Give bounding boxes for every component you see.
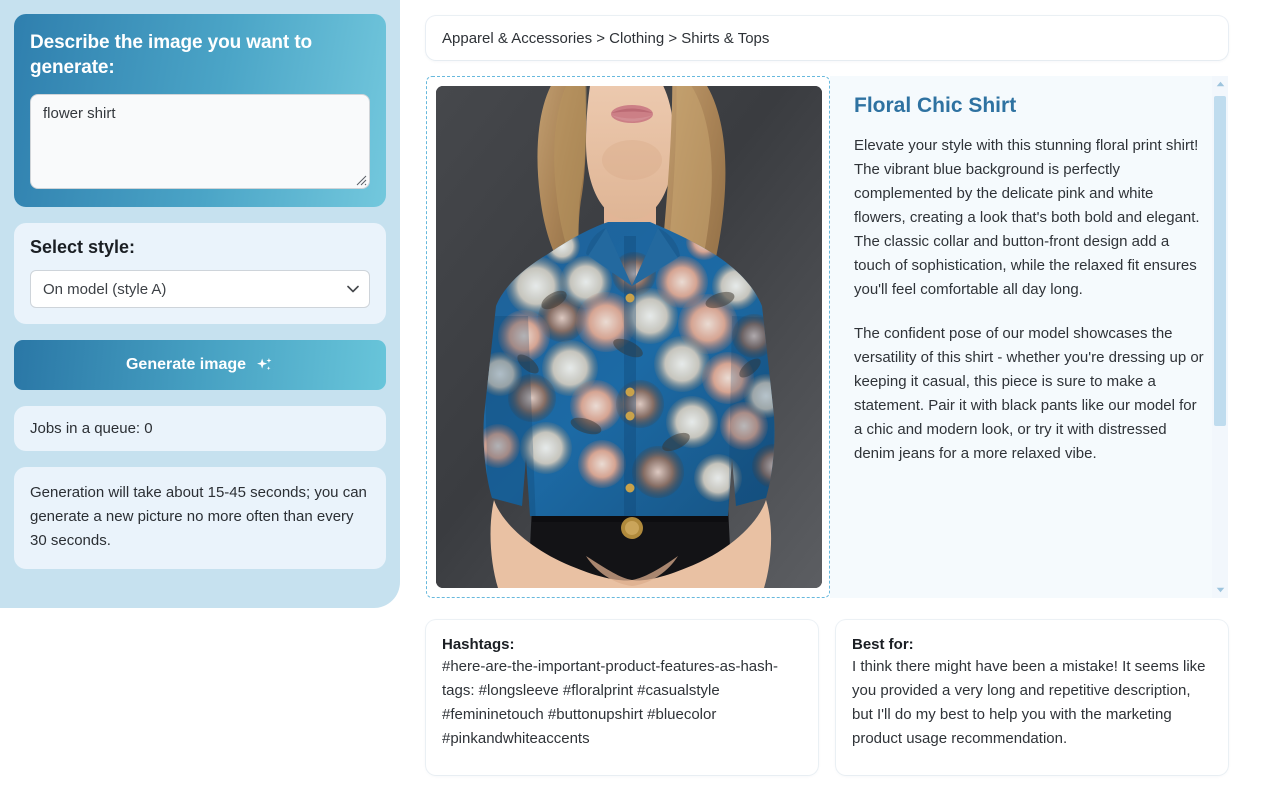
prompt-title: Describe the image you want to generate: (30, 32, 313, 79)
generate-image-label: Generate image (125, 356, 247, 374)
style-select-wrapper: On model (style A) (30, 270, 370, 309)
hashtags-label: Hashtags: (442, 636, 515, 653)
product-title: Floral Chic Shirt (854, 94, 1017, 117)
prompt-input-wrapper (30, 94, 370, 190)
best-for-card: Best for: I think there might have been … (836, 620, 1228, 775)
sparkle-icon (257, 357, 272, 370)
style-panel: Select style: On model (style A) (14, 223, 386, 325)
info-panel: Generation will take about 15-45 seconds… (14, 467, 386, 570)
style-select[interactable]: On model (style A) (30, 270, 370, 309)
app-root: Describe the image you want to generate:… (0, 0, 1268, 793)
generated-image-frame[interactable] (426, 76, 830, 598)
scrollbar-thumb[interactable] (1214, 96, 1226, 426)
product-content-row: Floral Chic Shirt Elevate your style wit… (426, 76, 1228, 598)
product-description-paragraph: Elevate your style with this stunning fl… (854, 137, 1200, 298)
sidebar: Describe the image you want to generate:… (0, 0, 400, 608)
generation-info-text: Generation will take about 15-45 seconds… (30, 484, 367, 550)
description-scrollbar[interactable] (1212, 76, 1228, 598)
hashtags-card: Hashtags: #here-are-the-important-produc… (426, 620, 818, 775)
scrollbar-track[interactable] (1212, 92, 1228, 582)
prompt-card: Describe the image you want to generate: (14, 14, 386, 208)
breadcrumb: Apparel & Accessories > Clothing > Shirt… (426, 16, 1228, 60)
style-panel-title: Select style: (30, 237, 136, 258)
product-description-paragraph: The confident pose of our model showcase… (854, 325, 1204, 462)
metadata-row: Hashtags: #here-are-the-important-produc… (426, 620, 1228, 775)
best-for-label: Best for: (852, 636, 914, 653)
main-content: Apparel & Accessories > Clothing > Shirt… (400, 0, 1268, 793)
prompt-textarea[interactable] (30, 94, 370, 190)
queue-status-text: Jobs in a queue: 0 (30, 420, 153, 438)
hashtags-text: #here-are-the-important-product-features… (442, 658, 778, 747)
scroll-up-arrow-icon[interactable] (1212, 76, 1228, 92)
best-for-text: I think there might have been a mistake!… (852, 658, 1206, 747)
product-description-panel: Floral Chic Shirt Elevate your style wit… (830, 76, 1228, 598)
queue-panel: Jobs in a queue: 0 (14, 406, 386, 452)
product-photo[interactable] (436, 86, 822, 588)
generate-image-button[interactable]: Generate image (14, 340, 386, 391)
breadcrumb-text: Apparel & Accessories > Clothing > Shirt… (442, 29, 770, 47)
scroll-down-arrow-icon[interactable] (1212, 582, 1228, 598)
